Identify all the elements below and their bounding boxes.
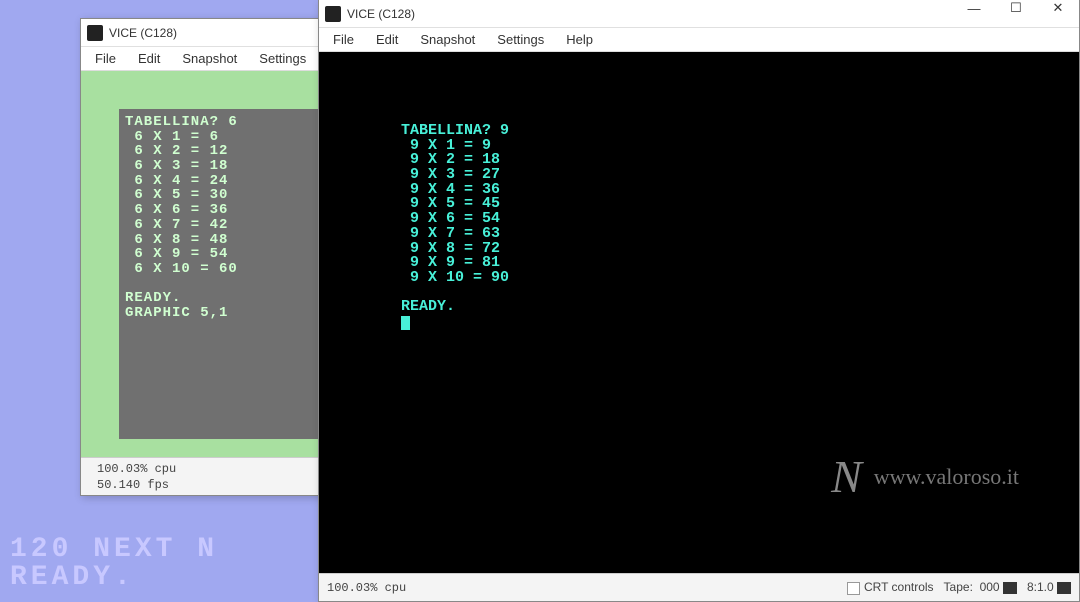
crt-controls-toggle[interactable]: CRT controls bbox=[847, 580, 934, 594]
tape-status: Tape: 000 bbox=[944, 580, 1017, 594]
disk-icon bbox=[1057, 582, 1071, 594]
menu-snapshot[interactable]: Snapshot bbox=[174, 49, 245, 68]
watermark: N www.valoroso.it bbox=[831, 450, 1019, 503]
app-icon bbox=[87, 25, 103, 41]
menu-snapshot[interactable]: Snapshot bbox=[412, 30, 483, 49]
c128-80col-output: TABELLINA? 9 9 X 1 = 9 9 X 2 = 18 9 X 3 … bbox=[401, 124, 509, 330]
maximize-button[interactable]: ☐ bbox=[995, 0, 1037, 16]
statusbar-front: 100.03% cpu CRT controls Tape: 000 8:1.0 bbox=[319, 573, 1079, 601]
tape-icon bbox=[1003, 582, 1017, 594]
menu-file[interactable]: File bbox=[87, 49, 124, 68]
window-title: VICE (C128) bbox=[347, 7, 415, 21]
checkbox-icon bbox=[847, 582, 860, 595]
close-button[interactable]: ✕ bbox=[1037, 0, 1079, 16]
watermark-logo: N bbox=[831, 450, 862, 503]
menu-help[interactable]: Help bbox=[558, 30, 601, 49]
minimize-button[interactable]: — bbox=[953, 0, 995, 16]
watermark-url: www.valoroso.it bbox=[874, 464, 1019, 490]
window-controls: — ☐ ✕ bbox=[953, 0, 1079, 16]
app-icon bbox=[325, 6, 341, 22]
menu-file[interactable]: File bbox=[325, 30, 362, 49]
status-fps: 50.140 fps bbox=[97, 478, 169, 494]
menu-edit[interactable]: Edit bbox=[130, 49, 168, 68]
background-c64-text-bottom: 120 NEXT N READY. bbox=[10, 536, 218, 592]
window-title: VICE (C128) bbox=[109, 26, 177, 40]
vice-window-front: VICE (C128) — ☐ ✕ File Edit Snapshot Set… bbox=[318, 0, 1080, 602]
status-cpu: 100.03% cpu bbox=[327, 581, 406, 595]
titlebar-front[interactable]: VICE (C128) — ☐ ✕ bbox=[319, 0, 1079, 28]
disk-status: 8:1.0 bbox=[1027, 580, 1071, 594]
menu-edit[interactable]: Edit bbox=[368, 30, 406, 49]
status-cpu: 100.03% cpu bbox=[97, 462, 176, 478]
text-cursor bbox=[401, 316, 410, 330]
emulator-viewport-80col[interactable]: TABELLINA? 9 9 X 1 = 9 9 X 2 = 18 9 X 3 … bbox=[319, 52, 1079, 573]
menu-settings[interactable]: Settings bbox=[251, 49, 314, 68]
menu-settings[interactable]: Settings bbox=[489, 30, 552, 49]
menubar-front: File Edit Snapshot Settings Help bbox=[319, 28, 1079, 52]
